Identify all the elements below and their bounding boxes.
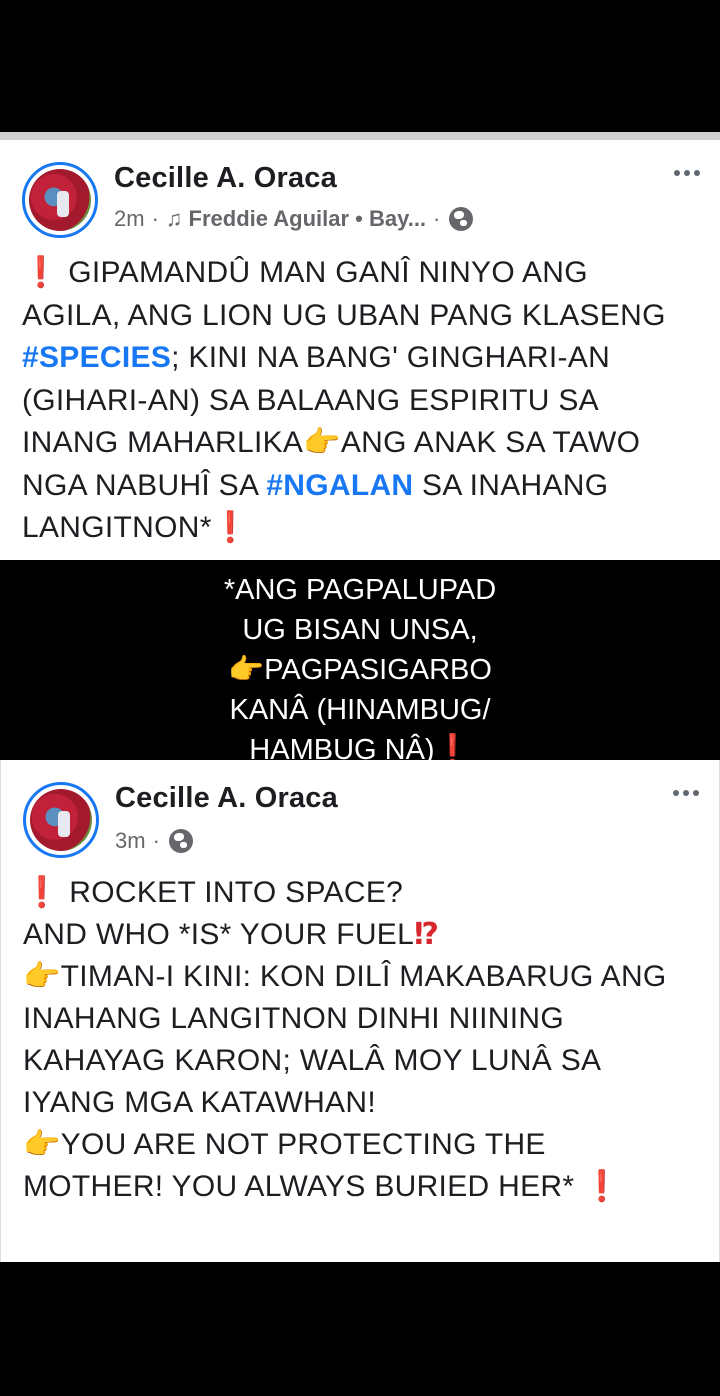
text-span: GIPAMANDÛ MAN GANÎ NINYO ANG	[59, 256, 588, 289]
post-text-line: ❗ GIPAMANDÛ MAN GANÎ NINYO ANG	[22, 252, 706, 295]
post-text-line: IYANG MGA KATAWHAN!	[23, 1082, 705, 1124]
author-name[interactable]: Cecille A. Oraca	[114, 162, 337, 195]
avatar[interactable]	[23, 782, 99, 858]
text-span: ROCKET INTO SPACE?	[60, 876, 404, 909]
bottom-black-bar	[0, 1262, 720, 1396]
post-body: ❗ GIPAMANDÛ MAN GANÎ NINYO ANG AGILA, ANG…	[22, 252, 706, 550]
text-span: KAHAYAG KARON; WALÂ MOY LUNÂ SA	[23, 1044, 602, 1077]
more-options-icon[interactable]	[674, 170, 700, 176]
caption-line: UG BISAN UNSA,	[242, 614, 478, 646]
text-span: INAHANG LANGITNON DINHI NIINING	[23, 1002, 565, 1035]
post-time[interactable]: 3m	[115, 828, 146, 854]
post-text-line: AGILA, ANG LION UG UBAN PANG KLASENG	[22, 295, 706, 338]
author-name[interactable]: Cecille A. Oraca	[115, 782, 338, 815]
song-link[interactable]: Freddie Aguilar • Bay...	[189, 206, 427, 232]
exclamation-emoji: ⁉	[414, 918, 440, 951]
post-text-line: AND WHO *IS* YOUR FUEL⁉	[23, 914, 705, 956]
top-black-bar	[0, 0, 720, 132]
post-text-line: KAHAYAG KARON; WALÂ MOY LUNÂ SA	[23, 1040, 705, 1082]
post-text-line: 👉TIMAN-I KINI: KON DILÎ MAKABARUG ANG	[23, 956, 705, 998]
separator-line	[0, 132, 720, 140]
more-options-icon[interactable]	[673, 790, 699, 796]
text-span: IYANG MGA KATAWHAN!	[23, 1086, 376, 1119]
caption-line: 👉PAGPASIGARBO	[228, 654, 492, 686]
text-span: MOTHER! YOU ALWAYS BURIED HER*	[23, 1170, 575, 1203]
post-card-2: Cecille A. Oraca 3m · ❗ ROCKET INTO SPAC…	[0, 760, 720, 1262]
text-span: INANG MAHARLIKA👉ANG ANAK SA TAWO	[22, 426, 641, 459]
exclamation-emoji: ❗	[22, 256, 60, 289]
post-meta: 2m · ♫ Freddie Aguilar • Bay... ·	[114, 206, 474, 232]
text-span: AGILA, ANG LION UG UBAN PANG KLASENG	[22, 298, 666, 332]
text-span: AND WHO *IS* YOUR FUEL	[23, 918, 415, 951]
post-text-line: LANGITNON*❗	[22, 507, 706, 550]
text-span: 👉YOU ARE NOT PROTECTING THE	[23, 1128, 546, 1161]
caption-line: *ANG PAGPALUPAD	[223, 574, 497, 606]
post-text-line: (GIHARI-AN) SA BALAANG ESPIRITU SA	[22, 380, 706, 423]
post-meta: 3m ·	[115, 828, 193, 854]
caption-line: KANÂ (HINAMBUG/	[229, 694, 491, 726]
post-text-line: NGA NABUHÎ SA #NGALAN SA INAHANG	[22, 465, 706, 508]
post-card-1: Cecille A. Oraca 2m · ♫ Freddie Aguilar …	[0, 140, 720, 560]
post-text-line: ❗ ROCKET INTO SPACE?	[23, 872, 705, 914]
globe-public-icon	[168, 829, 193, 853]
post-text-line: INANG MAHARLIKA👉ANG ANAK SA TAWO	[22, 422, 706, 465]
post-text-line: MOTHER! YOU ALWAYS BURIED HER* ❗	[23, 1166, 705, 1208]
post-body: ❗ ROCKET INTO SPACE? AND WHO *IS* YOUR FU…	[23, 872, 705, 1208]
video-caption: *ANG PAGPALUPAD UG BISAN UNSA, 👉PAGPASIG…	[0, 562, 720, 766]
text-span: NGA NABUHÎ SA	[22, 468, 267, 502]
post-text-line: 👉YOU ARE NOT PROTECTING THE	[23, 1124, 705, 1166]
exclamation-emoji: ❗	[574, 1170, 621, 1203]
hashtag-link[interactable]: #SPECIES	[22, 341, 171, 374]
text-span: 👉TIMAN-I KINI: KON DILÎ MAKABARUG ANG	[23, 960, 667, 993]
avatar[interactable]	[22, 162, 98, 238]
hashtag-link[interactable]: #NGALAN	[266, 469, 413, 502]
exclamation-emoji: ❗	[23, 876, 61, 909]
text-span: ; KINI NA BANG' GINGHARI-AN	[171, 341, 611, 374]
text-span: LANGITNON*	[22, 511, 212, 544]
text-span: (GIHARI-AN) SA BALAANG ESPIRITU SA	[22, 383, 599, 417]
exclamation-emoji: ❗	[211, 511, 250, 544]
globe-public-icon	[449, 207, 474, 231]
text-span: SA INAHANG	[413, 468, 609, 502]
post-text-line: #SPECIES; KINI NA BANG' GINGHARI-AN	[22, 337, 706, 380]
post-text-line: INAHANG LANGITNON DINHI NIINING	[23, 998, 705, 1040]
music-note-icon: ♫	[165, 206, 183, 231]
post-time[interactable]: 2m	[114, 206, 145, 232]
